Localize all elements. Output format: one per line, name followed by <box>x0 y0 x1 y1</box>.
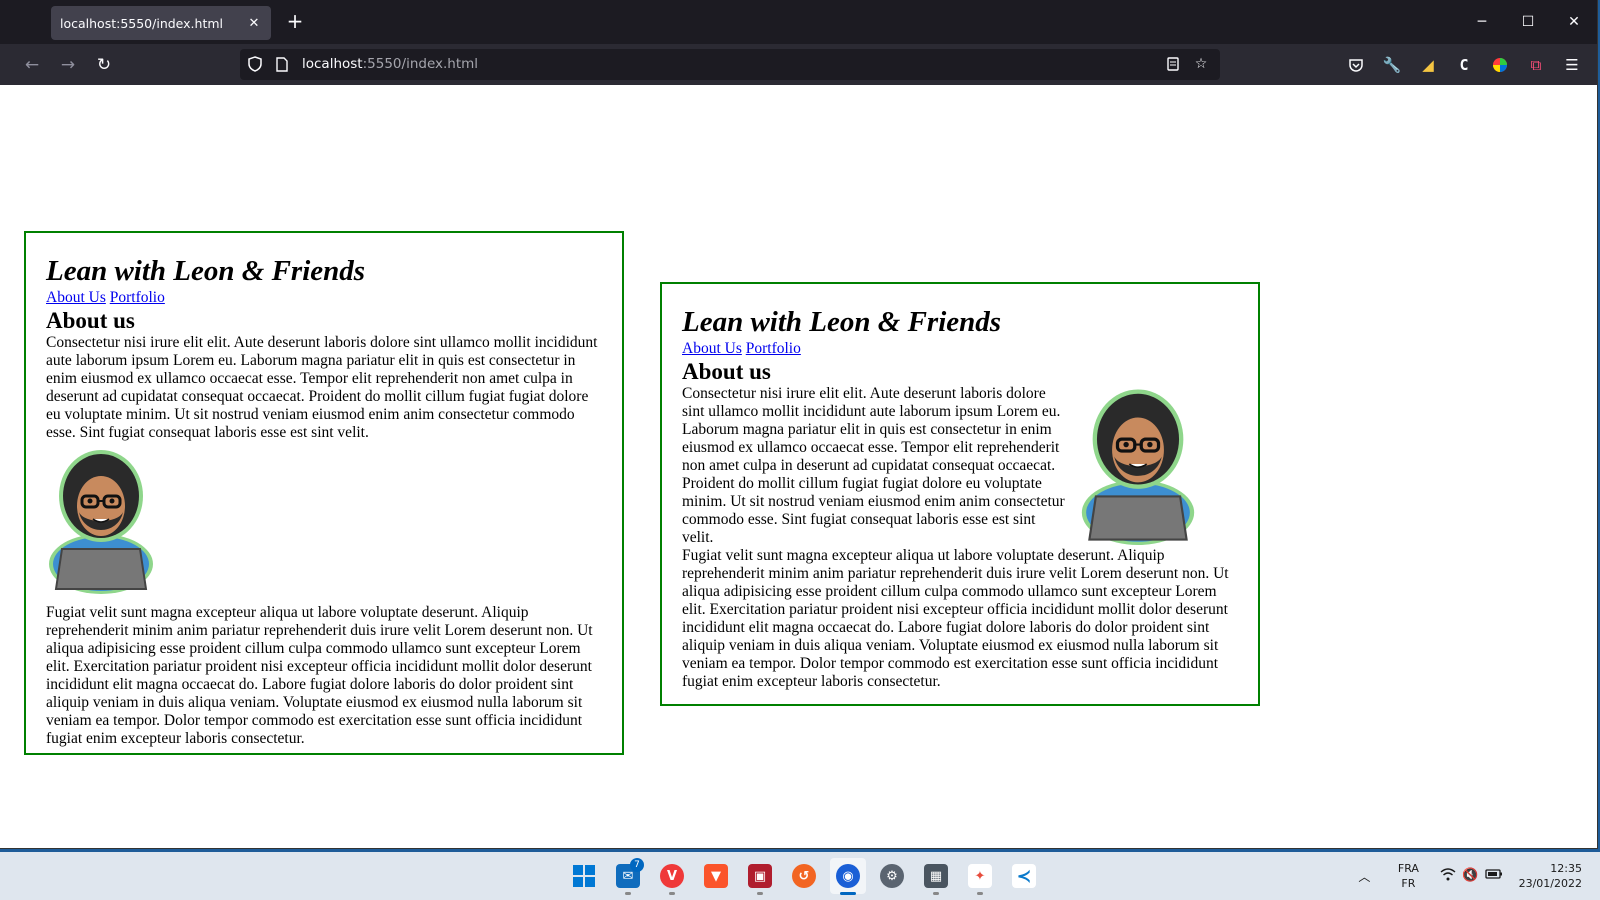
back-arrow-icon[interactable]: ← <box>19 52 45 78</box>
pocket-icon[interactable] <box>1343 52 1369 78</box>
terminal-icon: ▣ <box>748 864 772 888</box>
vivaldi-app[interactable]: V <box>654 858 690 895</box>
running-indicator <box>669 892 675 895</box>
site-nav: About Us Portfolio <box>46 289 602 307</box>
tab-active[interactable]: localhost:5550/index.html ✕ <box>51 6 271 40</box>
extension-paint-icon[interactable]: ◢ <box>1415 52 1441 78</box>
vscode-app[interactable]: ≺ <box>1006 858 1042 894</box>
site-nav: About Us Portfolio <box>682 340 1238 358</box>
section-heading: About us <box>682 359 771 384</box>
mail-badge: 7 <box>630 858 644 872</box>
browser-window: localhost:5550/index.html ✕ + ─ ☐ ✕ ← → … <box>0 0 1597 848</box>
gear-icon: ⚙ <box>880 864 904 888</box>
toolbar-extensions: 🔧 ◢ C ⧉ ☰ <box>1343 52 1585 78</box>
mail-app[interactable]: ✉ 7 <box>610 858 646 895</box>
section-heading: About us <box>46 308 135 333</box>
minimize-icon[interactable]: ─ <box>1459 0 1505 44</box>
forward-arrow-icon[interactable]: → <box>55 52 81 78</box>
about-card-left: Lean with Leon & Friends About Us Portfo… <box>24 231 624 755</box>
terminal-app[interactable]: ▣ <box>742 858 778 895</box>
paragraph-1: Consectetur nisi irure elit elit. Aute d… <box>46 334 598 441</box>
window-controls: ─ ☐ ✕ <box>1459 0 1597 44</box>
lang-bottom: FR <box>1401 877 1416 890</box>
running-indicator <box>977 892 983 895</box>
shield-icon[interactable] <box>244 53 266 75</box>
running-indicator <box>625 892 631 895</box>
url-host: localhost <box>302 56 363 72</box>
nav-link-portfolio[interactable]: Portfolio <box>110 289 165 306</box>
paragraph-2: Fugiat velit sunt magna excepteur aliqua… <box>46 604 593 747</box>
battery-icon[interactable] <box>1484 868 1503 885</box>
page-icon[interactable] <box>271 53 293 75</box>
tab-strip: localhost:5550/index.html ✕ + ─ ☐ ✕ <box>0 0 1597 44</box>
close-window-icon[interactable]: ✕ <box>1551 0 1597 44</box>
bookmark-star-icon[interactable]: ☆ <box>1190 53 1212 75</box>
orange-app[interactable]: ↺ <box>786 858 822 894</box>
url-bar[interactable]: localhost:5550/index.html ☆ <box>240 49 1220 80</box>
site-title: Lean with Leon & Friends <box>682 306 1002 338</box>
clock-time: 12:35 <box>1550 862 1582 875</box>
url-path: :5550/index.html <box>362 56 479 72</box>
system-tray: ︿ FRA FR 🔇 12:35 23/01/2022 <box>1350 852 1600 900</box>
paragraph-2: Fugiat velit sunt magna excepteur aliqua… <box>682 547 1229 690</box>
color-wheel-icon[interactable] <box>1487 52 1513 78</box>
clock-date: 23/01/2022 <box>1518 877 1582 890</box>
brave-lion-icon: ▼ <box>704 864 728 888</box>
nav-link-about[interactable]: About Us <box>682 340 742 357</box>
nav-link-about[interactable]: About Us <box>46 289 106 306</box>
navigation-toolbar: ← → ↻ localhost:5550/index.html ☆ 🔧 ◢ C … <box>0 44 1597 85</box>
tab-title: localhost:5550/index.html <box>60 15 223 31</box>
tab-close-icon[interactable]: ✕ <box>241 10 267 36</box>
brave-app[interactable]: ▼ <box>698 858 734 894</box>
start-button[interactable] <box>566 858 602 894</box>
calculator-icon: ▦ <box>924 864 948 888</box>
running-indicator <box>933 892 939 895</box>
language-indicator[interactable]: FRA FR <box>1388 861 1428 891</box>
firefox-icon: ◉ <box>836 864 860 888</box>
avatar-illustration <box>49 450 153 594</box>
pinwheel-icon: ✦ <box>968 864 992 888</box>
vivaldi-icon: V <box>660 864 684 888</box>
wifi-icon[interactable] <box>1440 867 1456 885</box>
reader-view-icon[interactable] <box>1162 53 1184 75</box>
settings-app[interactable]: ⚙ <box>874 858 910 894</box>
extension-c-icon[interactable]: C <box>1451 52 1477 78</box>
site-title: Lean with Leon & Friends <box>46 255 366 287</box>
clock[interactable]: 12:35 23/01/2022 <box>1519 861 1582 891</box>
speaker-muted-icon[interactable]: 🔇 <box>1462 868 1478 885</box>
reload-icon[interactable]: ↻ <box>91 52 117 78</box>
avatar-illustration <box>1081 389 1195 545</box>
menu-icon[interactable]: ☰ <box>1559 52 1585 78</box>
nav-link-portfolio[interactable]: Portfolio <box>746 340 801 357</box>
running-indicator <box>840 892 856 895</box>
calculator-app[interactable]: ▦ <box>918 858 954 895</box>
extension-dev-icon[interactable]: ⧉ <box>1523 52 1549 78</box>
maximize-icon[interactable]: ☐ <box>1505 0 1551 44</box>
chevron-up-icon[interactable]: ︿ <box>1350 868 1378 885</box>
taskbar: ✉ 7 V ▼ ▣ ↺ ◉ ⚙ ▦ ✦ ≺ ︿ FRA FR 🔇 12:35 2… <box>0 852 1600 900</box>
page-viewport: Lean with Leon & Friends About Us Portfo… <box>9 85 1597 848</box>
firefox-app[interactable]: ◉ <box>830 858 866 895</box>
new-tab-icon[interactable]: + <box>284 11 306 33</box>
about-card-right: Lean with Leon & Friends About Us Portfo… <box>660 282 1260 706</box>
tray-icons: 🔇 <box>1440 868 1502 885</box>
windows-logo-icon <box>573 865 595 887</box>
photos-app[interactable]: ✦ <box>962 858 998 895</box>
swirl-app-icon: ↺ <box>792 864 816 888</box>
lang-top: FRA <box>1397 862 1419 875</box>
taskbar-apps: ✉ 7 V ▼ ▣ ↺ ◉ ⚙ ▦ ✦ ≺ <box>566 858 1042 895</box>
url-text[interactable]: localhost:5550/index.html <box>302 56 478 72</box>
wrench-icon[interactable]: 🔧 <box>1379 52 1405 78</box>
vscode-icon: ≺ <box>1012 864 1036 888</box>
running-indicator <box>757 892 763 895</box>
